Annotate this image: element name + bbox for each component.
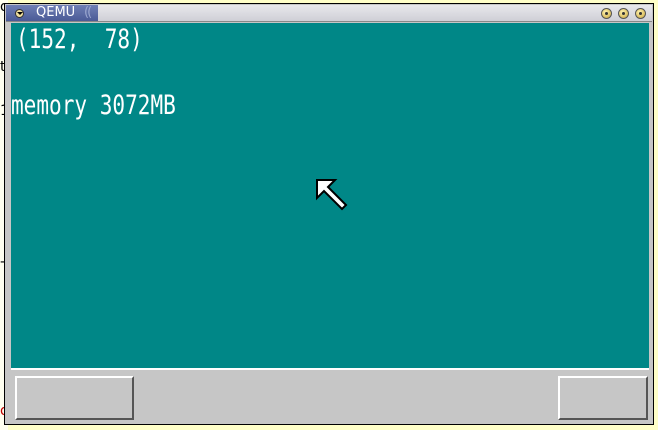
close-icon[interactable]: [635, 8, 646, 19]
window-controls: [601, 8, 646, 19]
memory-readout: memory 3072MB: [11, 90, 176, 121]
minimize-icon[interactable]: [601, 8, 612, 19]
qemu-window: QEMU (( (152, 78) memory 3072MB: [4, 3, 654, 425]
clock-button[interactable]: [558, 376, 648, 420]
window-menu-icon[interactable]: [15, 9, 24, 18]
window-title: QEMU: [36, 5, 76, 20]
maximize-icon[interactable]: [618, 8, 629, 19]
taskbar: [11, 368, 649, 422]
title-decoration: ((: [84, 5, 92, 20]
start-button[interactable]: [15, 376, 134, 420]
emulator-screen[interactable]: (152, 78) memory 3072MB: [11, 23, 649, 368]
mouse-cursor-icon: [316, 179, 348, 211]
mouse-coordinates: (152, 78): [16, 24, 143, 55]
title-bar[interactable]: QEMU ((: [6, 5, 652, 22]
